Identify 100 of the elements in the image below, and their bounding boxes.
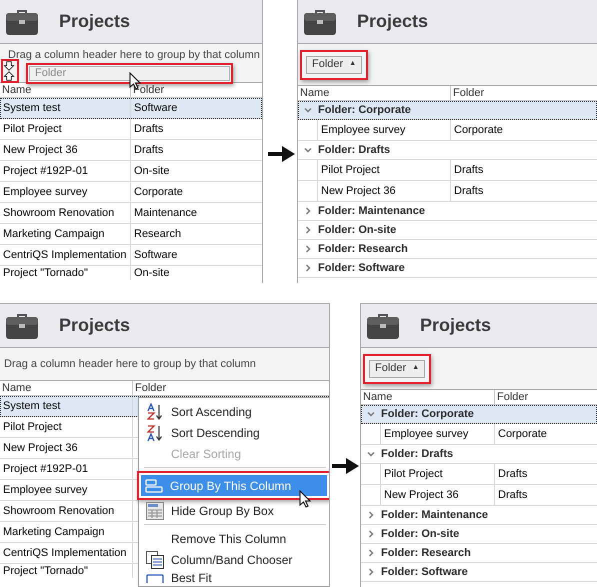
chevron-down-icon[interactable] — [304, 146, 312, 154]
table-cell-text: Drafts — [133, 142, 164, 158]
group-hint: Drag a column header here to group by that column — [3, 356, 257, 372]
table-cell: New Project 36 — [0, 438, 133, 458]
chevron-right-icon[interactable] — [367, 568, 375, 576]
table-row[interactable]: Showroom Renovation Maintenance — [0, 203, 262, 224]
table-row[interactable]: Project #192P-01 On-site — [0, 161, 262, 182]
column-header[interactable]: Name — [298, 86, 451, 100]
table-cell: Showroom Renovation — [0, 501, 133, 521]
table-cell: Employee survey — [0, 480, 133, 500]
chevron-right-icon[interactable] — [304, 207, 312, 215]
table-cell-text: On-site — [133, 164, 170, 179]
table-row[interactable]: Pilot Project Drafts — [0, 119, 262, 140]
table-cell: System test — [0, 396, 133, 416]
group-label: Folder: Corporate — [318, 102, 411, 118]
table-cell: Pilot Project — [0, 417, 133, 437]
chevron-right-icon[interactable] — [367, 549, 375, 557]
chevron-down-icon[interactable] — [367, 450, 375, 458]
table-cell: Project "Tornado" — [0, 564, 133, 578]
chevron-down-icon[interactable] — [367, 410, 375, 418]
table-cell-text: Research — [133, 226, 182, 242]
menu-item[interactable]: Sort Descending — [142, 422, 326, 443]
table-cell: Marketing Campaign — [0, 224, 131, 244]
group-label: Folder: Maintenance — [381, 508, 488, 523]
mouse-cursor-icon — [299, 490, 311, 508]
chevron-right-icon[interactable] — [304, 245, 312, 253]
table-cell: CentriQS Implementation — [0, 245, 131, 265]
arrow-icon — [332, 458, 360, 474]
chevron-right-icon[interactable] — [367, 530, 375, 538]
table-cell: Marketing Campaign — [0, 522, 133, 542]
chevron-right-icon[interactable] — [304, 226, 312, 234]
group-label: Folder: Research — [318, 242, 408, 257]
table-cell-text: On-site — [133, 266, 170, 280]
column-header[interactable]: Folder — [495, 390, 597, 404]
group-label: Folder: Drafts — [381, 446, 454, 462]
table-cell: Project #192P-01 — [0, 459, 133, 479]
table-cell-text: Drafts — [497, 466, 528, 482]
briefcase-icon — [366, 312, 400, 340]
table-cell-text: Corporate — [497, 426, 548, 442]
table-cell-text: Software — [133, 100, 178, 116]
column-chooser-icon — [146, 550, 164, 568]
column-header[interactable]: Folder — [451, 86, 597, 100]
table-row[interactable]: CentriQS Implementation Software — [0, 245, 262, 266]
group-rows-icon — [145, 478, 163, 494]
group-label: Folder: Corporate — [381, 406, 474, 422]
group-label: Folder: Software — [318, 260, 405, 276]
panel-title: Projects — [59, 314, 130, 337]
menu-item[interactable]: Best Fit — [142, 570, 326, 585]
table-cell: CentriQS Implementation — [0, 543, 133, 563]
table-cell: Pilot Project — [0, 119, 131, 139]
best-fit-icon — [146, 572, 164, 582]
group-label: Folder: Software — [381, 564, 468, 580]
panel-title: Projects — [357, 10, 428, 33]
panel-title: Projects — [420, 314, 492, 337]
sort-ascending-icon — [147, 402, 163, 420]
group-row[interactable]: Folder: Corporate — [298, 101, 597, 120]
group-hint: Drag a column header here to group by that column — [7, 48, 261, 63]
table-cell-text: Corporate — [453, 122, 504, 138]
table-cell: New Project 36 — [0, 140, 131, 160]
chevron-right-icon[interactable] — [304, 264, 312, 272]
table-cell: Project #192P-01 — [0, 161, 131, 181]
table-row[interactable]: System test Software — [0, 98, 262, 119]
column-header[interactable]: Folder — [133, 381, 329, 395]
menu-item[interactable]: Column/Band Chooser — [142, 549, 326, 570]
column-header[interactable]: Name — [361, 390, 495, 404]
table-cell-text: Drafts — [453, 184, 484, 199]
chevron-right-icon[interactable] — [367, 511, 375, 519]
menu-item[interactable]: Remove This Column — [142, 528, 326, 549]
panel-title: Projects — [59, 10, 130, 33]
table-cell: Employee survey — [381, 424, 495, 444]
briefcase-icon — [5, 8, 39, 36]
table-cell: New Project 36 — [381, 485, 495, 505]
table-cell-text: Drafts — [453, 162, 484, 178]
table-cell: Pilot Project — [381, 464, 495, 484]
table-cell: New Project 36 — [318, 181, 451, 201]
table-cell: Showroom Renovation — [0, 203, 131, 223]
table-row[interactable]: Marketing Campaign Research — [0, 224, 262, 245]
table-row[interactable]: Employee survey Corporate — [0, 182, 262, 203]
group-label: Folder: Maintenance — [318, 204, 425, 219]
briefcase-icon — [5, 312, 39, 340]
table-cell: Employee survey — [0, 182, 131, 202]
table-cell-text: Drafts — [497, 488, 528, 503]
arrow-icon — [268, 146, 296, 162]
table-cell: Employee survey — [318, 120, 451, 140]
group-row[interactable]: Folder: Corporate — [361, 405, 597, 424]
down-arrow-icon — [3, 61, 15, 71]
menu-item[interactable]: Sort Ascending — [142, 401, 326, 422]
table-cell-text: Software — [133, 248, 178, 263]
table-cell: System test — [0, 98, 131, 118]
chevron-down-icon[interactable] — [304, 106, 312, 114]
group-label: Folder: Research — [381, 546, 471, 561]
group-label: Folder: On-site — [381, 526, 460, 542]
group-label: Folder: Drafts — [318, 142, 390, 158]
menu-item[interactable]: Hide Group By Box — [142, 500, 326, 521]
table-cell: Pilot Project — [318, 160, 451, 180]
column-header[interactable]: Name — [0, 381, 133, 395]
table-cell-text: Maintenance — [133, 206, 198, 221]
table-row[interactable]: New Project 36 Drafts — [0, 140, 262, 161]
table-cell-text: Drafts — [133, 122, 164, 137]
group-label: Folder: On-site — [318, 222, 396, 238]
